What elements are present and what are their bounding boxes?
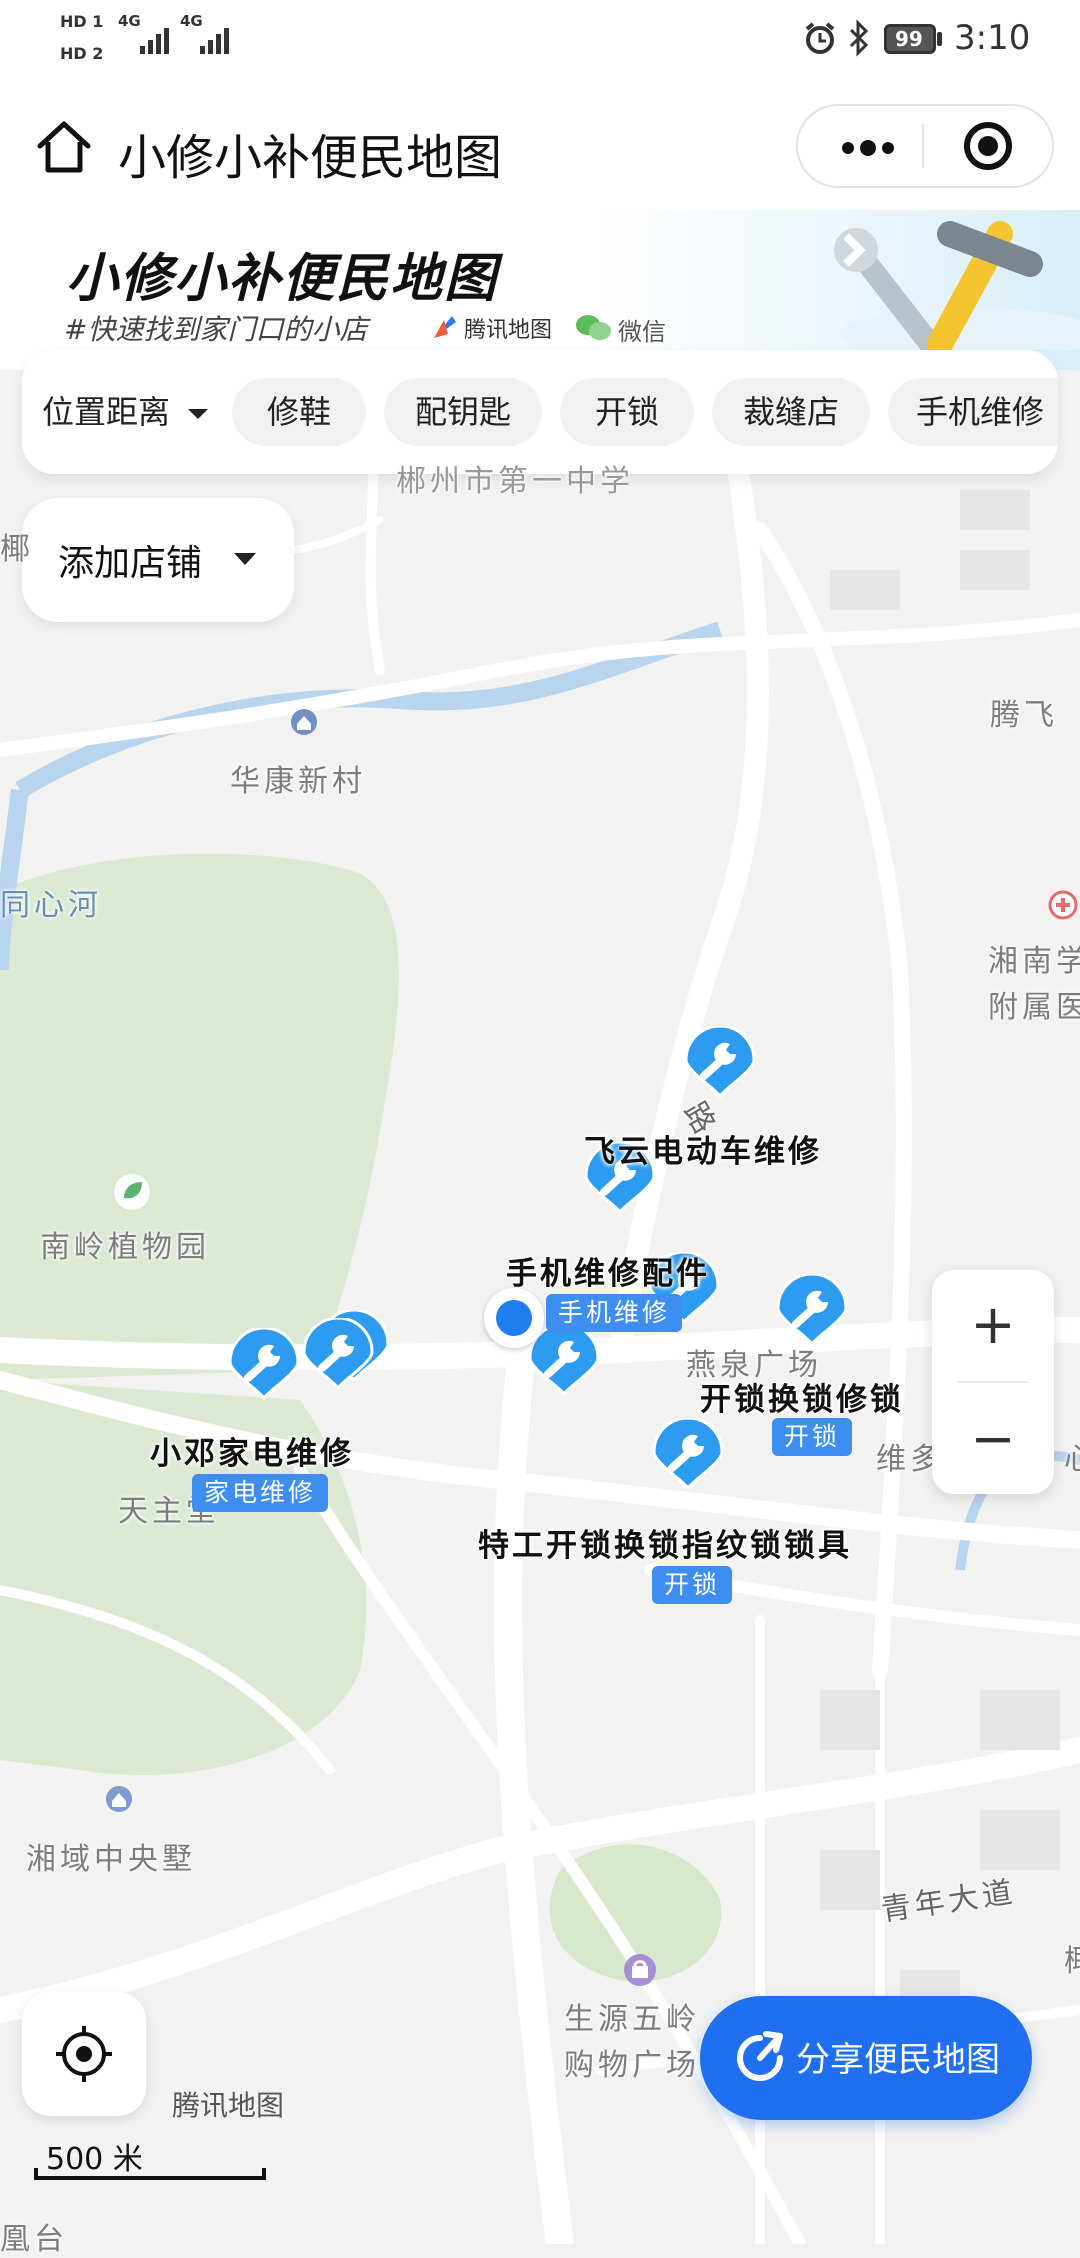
- wrench-pin-icon[interactable]: [228, 1328, 300, 1402]
- share-icon: [737, 2031, 783, 2081]
- shop-name-tegong[interactable]: 特工开锁换锁指纹锁锁具: [478, 1520, 852, 1565]
- alarm-icon: [805, 22, 835, 54]
- tencent-map-icon: [434, 316, 456, 338]
- map-label-edge-right-2: 椰: [1064, 1936, 1080, 1980]
- map-label-garden: 南岭植物园: [40, 1230, 210, 1265]
- map-label-edge-left: 椰: [0, 532, 34, 567]
- chip-unlock[interactable]: 开锁: [560, 378, 694, 446]
- map-brand-logo: 腾讯地图: [172, 2089, 285, 2122]
- map-label-edge-right: 心: [1064, 1434, 1080, 1478]
- add-store-button[interactable]: 添加店铺: [22, 498, 294, 622]
- shop-tag-tegong: 开锁: [652, 1566, 733, 1604]
- map-label-mall-1: 生源五岭: [564, 2002, 700, 2037]
- dropdown-icon: [188, 409, 209, 419]
- map-label-village: 华康新村: [230, 764, 366, 799]
- shop-name-lock[interactable]: 开锁换锁修锁: [700, 1374, 904, 1419]
- share-map-button[interactable]: 分享便民地图: [700, 1996, 1032, 2120]
- share-map-label: 分享便民地图: [796, 2040, 1000, 2080]
- current-location-icon: [484, 1288, 544, 1348]
- zoom-divider: [958, 1381, 1028, 1383]
- shop-tag-appliance: 家电维修: [192, 1474, 329, 1512]
- status-bar: HD 1 HD 2 4G 4G 99 3:10: [0, 0, 1080, 80]
- wrench-pin-icon[interactable]: [528, 1324, 600, 1398]
- more-button[interactable]: [818, 112, 918, 180]
- village-icon: [291, 709, 317, 735]
- locate-icon: [56, 2026, 112, 2082]
- sim2-label: HD 2: [60, 44, 104, 63]
- battery-level: 99: [895, 27, 923, 51]
- residence-icon: [106, 1786, 132, 1812]
- close-mini-icon: [964, 122, 1012, 170]
- chip-key-copy[interactable]: 配钥匙: [384, 378, 542, 446]
- scale-bar: [34, 2168, 266, 2180]
- shop-name-phone-parts[interactable]: 手机维修配件: [506, 1248, 710, 1293]
- home-icon[interactable]: [34, 116, 94, 176]
- battery-tip: [937, 32, 942, 46]
- map-label-tengfei: 腾飞: [990, 698, 1058, 733]
- shop-name-feiyun[interactable]: 飞云电动车维修: [584, 1126, 822, 1171]
- add-store-dropdown-icon: [234, 553, 256, 565]
- capsule-divider: [922, 124, 924, 168]
- locate-button[interactable]: [22, 1992, 146, 2116]
- banner-title: 小修小补便民地图: [66, 249, 499, 309]
- shop-tag-lock: 开锁: [772, 1418, 853, 1456]
- wechat-icon: [576, 315, 611, 340]
- distance-sort-label: 位置距离: [42, 393, 171, 431]
- distance-sort-dropdown[interactable]: 位置距离: [42, 378, 210, 446]
- zoom-out-button[interactable]: −: [932, 1384, 1054, 1494]
- shopping-icon: [624, 1954, 656, 1986]
- chip-tailor[interactable]: 裁缝店: [712, 378, 870, 446]
- partner-wechat: 微信: [618, 318, 666, 346]
- wrench-pin-icon[interactable]: [652, 1418, 724, 1492]
- page-title: 小修小补便民地图: [118, 130, 503, 186]
- shop-tag-phone: 手机维修: [546, 1294, 683, 1332]
- wrench-pin-icon[interactable]: [776, 1274, 848, 1348]
- map-label-edge-bottom-left: 凰台: [0, 2222, 68, 2257]
- tools-illustration: [834, 221, 1080, 350]
- banner-subtitle: #快速找到家门口的小店: [64, 313, 368, 346]
- hospital-icon: [1048, 890, 1078, 920]
- map-label-hospital-2: 附属医: [988, 990, 1080, 1025]
- zoom-controls: + −: [932, 1270, 1054, 1494]
- partner-tencent: 腾讯地图: [464, 318, 553, 343]
- botanical-garden-icon: [114, 1174, 150, 1210]
- chip-shoe-repair[interactable]: 修鞋: [232, 378, 366, 446]
- signal2-icon: [200, 28, 229, 54]
- bluetooth-icon: [849, 19, 869, 57]
- sim1-label: HD 1: [60, 12, 104, 31]
- add-store-label: 添加店铺: [58, 543, 203, 584]
- wrench-pin-icon[interactable]: [302, 1318, 374, 1392]
- map-label-hospital-1: 湘南学: [988, 944, 1080, 979]
- clock: 3:10: [954, 18, 1031, 58]
- battery-icon: 99: [884, 24, 936, 54]
- map-label-river: 同心河: [0, 888, 102, 923]
- chip-phone-repair[interactable]: 手机维修: [888, 378, 1058, 446]
- shop-name-xiaodeng[interactable]: 小邓家电维修: [150, 1428, 354, 1473]
- more-icon: [842, 140, 894, 156]
- wrench-pin-icon[interactable]: [684, 1026, 756, 1100]
- zoom-in-button[interactable]: +: [932, 1270, 1054, 1380]
- map-label-school: 郴州市第一中学: [396, 464, 634, 499]
- map-label-mall-2: 购物广场: [564, 2048, 700, 2083]
- map-label-xiangyu: 湘域中央墅: [26, 1842, 196, 1877]
- close-button[interactable]: [938, 112, 1038, 180]
- mini-program-capsule: [796, 104, 1054, 188]
